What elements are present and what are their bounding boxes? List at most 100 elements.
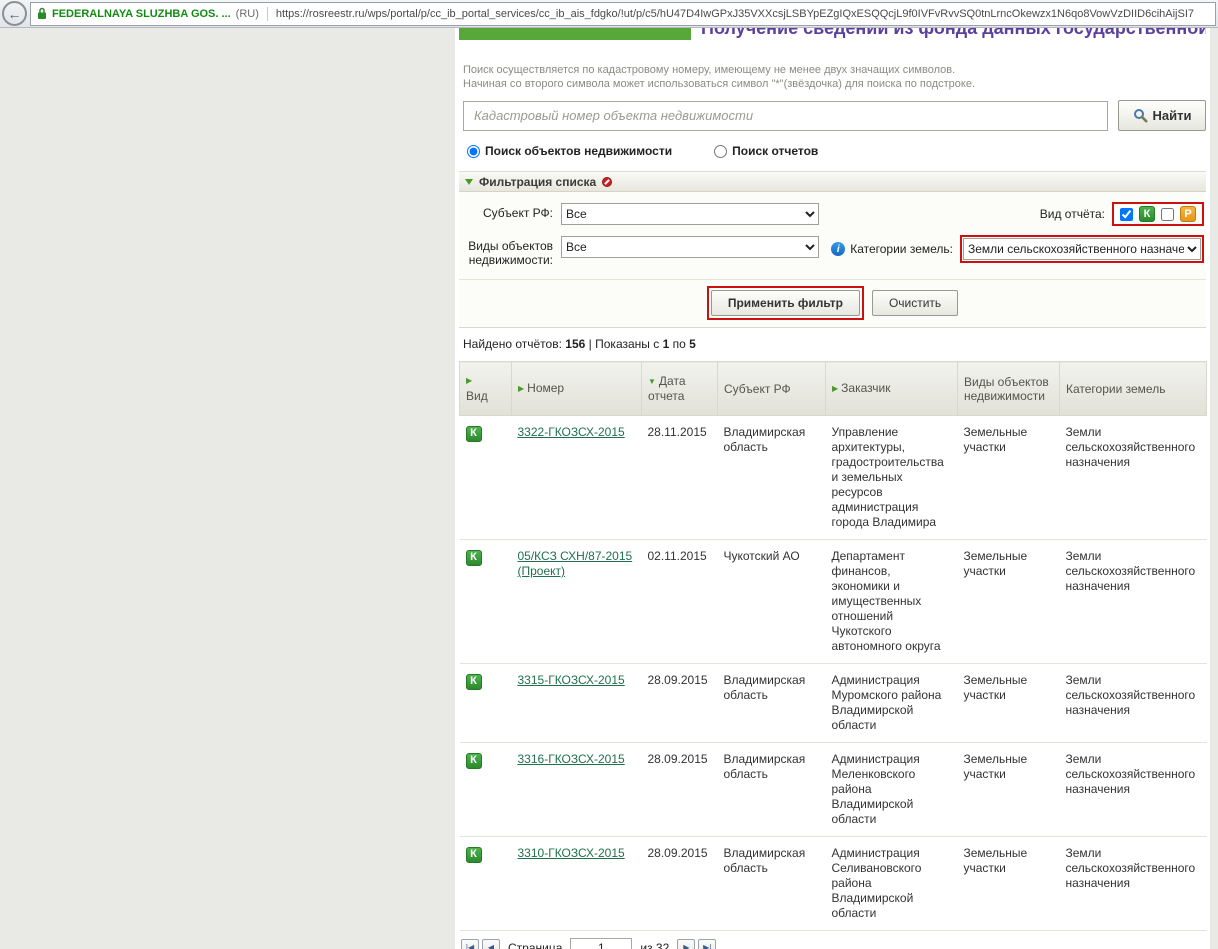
report-type-k-icon: К bbox=[466, 753, 482, 769]
report-number-cell: 05/КСЗ СХН/87-2015 (Проект) bbox=[512, 540, 642, 664]
filter-buttons-row: Применить фильтр Очистить bbox=[459, 279, 1206, 327]
results-summary: Найдено отчётов: 156 | Показаны с 1 по 5 bbox=[459, 328, 1206, 361]
land-category-cell: Земли сельскохозяйственного назначения bbox=[1060, 416, 1207, 540]
column-header[interactable]: Субъект РФ bbox=[718, 362, 826, 416]
report-type-p-checkbox[interactable] bbox=[1161, 208, 1174, 221]
back-arrow-icon: ← bbox=[8, 6, 22, 22]
address-bar[interactable]: FEDERALNAYA SLUZHBA GOS. ... (RU) https:… bbox=[30, 2, 1216, 26]
customer-cell: Департамент финансов, экономики и имущес… bbox=[826, 540, 958, 664]
report-date-cell: 28.11.2015 bbox=[642, 416, 718, 540]
object-types-select[interactable]: Все bbox=[561, 236, 819, 258]
column-header[interactable]: ▶Вид bbox=[460, 362, 512, 416]
object-types-cell: Земельные участки bbox=[958, 743, 1060, 837]
k-badge-icon: К bbox=[1139, 206, 1155, 222]
report-number-link[interactable]: 3316-ГКОЗСХ-2015 bbox=[518, 752, 625, 766]
column-header[interactable]: ▶Номер bbox=[512, 362, 642, 416]
radio-search-objects[interactable] bbox=[467, 145, 480, 158]
object-types-cell: Земельные участки bbox=[958, 416, 1060, 540]
column-header-label: Вид bbox=[466, 389, 488, 403]
reports-table: ▶Вид▶Номер▼Дата отчета Субъект РФ ▶Заказчи… bbox=[459, 361, 1207, 931]
report-type-k-icon: К bbox=[466, 550, 482, 566]
table-row: К3315-ГКОЗСХ-201528.09.2015Владимирская … bbox=[460, 664, 1207, 743]
customer-cell: Администрация Муромского района Владимир… bbox=[826, 664, 958, 743]
url-text: https://rosreestr.ru/wps/portal/p/cc_ib_… bbox=[276, 8, 1194, 20]
column-header[interactable]: Виды объектов недвижимости bbox=[958, 362, 1060, 416]
last-page-button[interactable]: ▶| bbox=[698, 939, 716, 949]
find-button-label: Найти bbox=[1153, 108, 1192, 123]
prev-page-button[interactable]: ◀ bbox=[482, 939, 500, 949]
find-button[interactable]: Найти bbox=[1118, 100, 1206, 131]
report-type-k-icon: К bbox=[466, 674, 482, 690]
column-header-label: Виды объектов недвижимости bbox=[964, 375, 1049, 403]
results-shown-mid: по bbox=[673, 337, 686, 351]
object-types-cell: Земельные участки bbox=[958, 664, 1060, 743]
search-hint-line2: Начиная со второго символа может использ… bbox=[463, 77, 1206, 91]
report-number-link[interactable]: 3310-ГКОЗСХ-2015 bbox=[518, 846, 625, 860]
apply-filter-highlight-box: Применить фильтр bbox=[707, 286, 864, 320]
subject-select[interactable]: Все bbox=[561, 203, 819, 225]
radio-search-reports[interactable] bbox=[714, 145, 727, 158]
search-reports-option[interactable]: Поиск отчетов bbox=[714, 144, 818, 158]
report-type-k-checkbox[interactable] bbox=[1120, 208, 1133, 221]
land-category-label: Категории земель: bbox=[850, 242, 953, 256]
report-type-cell: К bbox=[460, 416, 512, 540]
report-type-highlight-box: К Р bbox=[1112, 202, 1204, 226]
table-body: К3322-ГКОЗСХ-201528.11.2015Владимирская … bbox=[460, 416, 1207, 931]
subject-cell: Владимирская область bbox=[718, 837, 826, 931]
column-header-label: Субъект РФ bbox=[724, 382, 791, 396]
filter-row-2: Виды объектов недвижимости: Все Категори… bbox=[461, 235, 1204, 267]
column-header-label: Категории земель bbox=[1066, 382, 1165, 396]
filter-section-header[interactable]: Фильтрация списка bbox=[459, 171, 1206, 192]
first-page-button[interactable]: |◀ bbox=[461, 939, 479, 949]
report-date-cell: 28.09.2015 bbox=[642, 664, 718, 743]
next-page-button[interactable]: ▶ bbox=[677, 939, 695, 949]
land-category-select[interactable]: Земли сельскохозяйственного назначения bbox=[963, 238, 1201, 260]
report-type-cell: К bbox=[460, 664, 512, 743]
results-count: 156 bbox=[565, 337, 585, 351]
report-number-cell: 3315-ГКОЗСХ-2015 bbox=[512, 664, 642, 743]
clear-filter-button[interactable]: Очистить bbox=[872, 290, 958, 316]
report-date-cell: 28.09.2015 bbox=[642, 743, 718, 837]
back-button[interactable]: ← bbox=[2, 1, 27, 26]
radio-search-objects-label: Поиск объектов недвижимости bbox=[485, 144, 672, 158]
lock-icon bbox=[37, 7, 47, 20]
page-header-clipped: Получение сведений из фонда данных госуд… bbox=[459, 28, 1206, 40]
report-type-cell: К bbox=[460, 837, 512, 931]
report-type-k-icon: К bbox=[466, 847, 482, 863]
report-number-link[interactable]: 05/КСЗ СХН/87-2015 (Проект) bbox=[518, 549, 633, 578]
report-date-cell: 02.11.2015 bbox=[642, 540, 718, 664]
site-region: (RU) bbox=[236, 8, 259, 20]
page-number-input[interactable] bbox=[570, 938, 632, 949]
page-background: Получение сведений из фонда данных госуд… bbox=[0, 28, 1218, 949]
subject-label: Субъект РФ: bbox=[461, 202, 561, 220]
table-header-row: ▶Вид▶Номер▼Дата отчета Субъект РФ ▶Заказчи… bbox=[460, 362, 1207, 416]
report-date-cell: 28.09.2015 bbox=[642, 837, 718, 931]
column-header[interactable]: ▶Заказчик bbox=[826, 362, 958, 416]
subject-cell: Владимирская область bbox=[718, 416, 826, 540]
sort-desc-icon: ▼ bbox=[648, 375, 656, 389]
land-category-highlight-box: Земли сельскохозяйственного назначения bbox=[960, 235, 1204, 263]
page-label: Страница bbox=[508, 941, 562, 949]
column-header[interactable]: Категории земель bbox=[1060, 362, 1207, 416]
apply-filter-button[interactable]: Применить фильтр bbox=[711, 290, 860, 316]
filter-alert-icon bbox=[602, 177, 612, 187]
results-shown-prefix: Показаны с bbox=[595, 337, 659, 351]
table-row: К 3316-ГКОЗСХ-2015 28.09.2015Владимирская … bbox=[460, 743, 1207, 837]
table-row: К 3310-ГКОЗСХ-2015 28.09.2015Владимирская … bbox=[460, 837, 1207, 931]
land-category-cell: Земли сельскохозяйственного назначения bbox=[1060, 837, 1207, 931]
address-separator bbox=[267, 7, 268, 21]
collapse-arrow-icon bbox=[465, 179, 473, 185]
results-shown-from: 1 bbox=[663, 337, 670, 351]
info-icon[interactable] bbox=[831, 242, 845, 256]
column-header[interactable]: ▼Дата отчета bbox=[642, 362, 718, 416]
report-number-link[interactable]: 3322-ГКОЗСХ-2015 bbox=[518, 425, 625, 439]
cadastral-number-input[interactable] bbox=[463, 101, 1108, 131]
search-objects-option[interactable]: Поиск объектов недвижимости bbox=[467, 144, 672, 158]
land-category-cell: Земли сельскохозяйственного назначения bbox=[1060, 664, 1207, 743]
report-number-link[interactable]: 3315-ГКОЗСХ-2015 bbox=[518, 673, 625, 687]
report-number-cell: 3322-ГКОЗСХ-2015 bbox=[512, 416, 642, 540]
filter-section-title: Фильтрация списка bbox=[479, 175, 596, 189]
search-icon bbox=[1133, 108, 1148, 123]
object-types-cell: Земельные участки bbox=[958, 540, 1060, 664]
subject-cell: Владимирская область bbox=[718, 743, 826, 837]
